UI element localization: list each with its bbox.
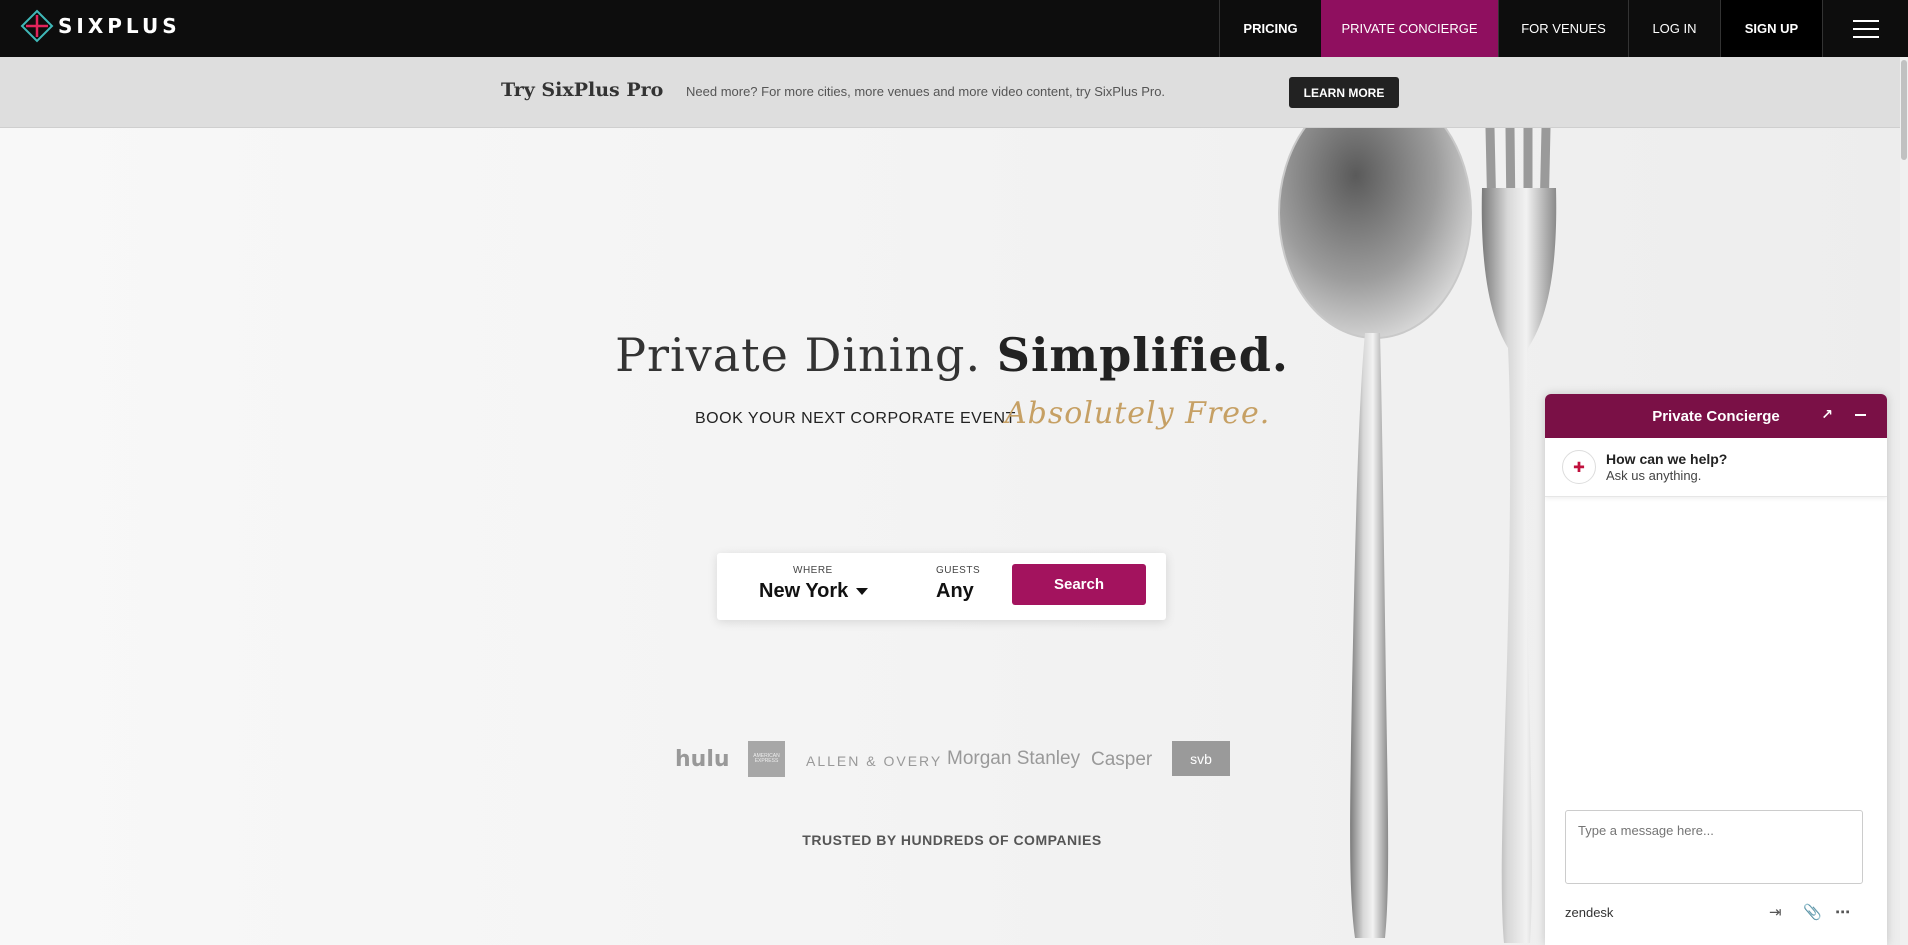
- nav-log-in[interactable]: LOG IN: [1628, 0, 1720, 57]
- promo-text: Need more? For more cities, more venues …: [686, 84, 1166, 99]
- search-button[interactable]: Search: [1012, 564, 1146, 605]
- where-label: WHERE: [793, 565, 833, 576]
- where-select[interactable]: New York: [759, 580, 869, 603]
- hero-headline: Private Dining. Simplified.: [0, 328, 1900, 382]
- headline-regular: Private Dining.: [615, 328, 997, 382]
- guests-label: GUESTS: [936, 565, 981, 576]
- nav-pricing[interactable]: PRICING: [1219, 0, 1321, 57]
- hero-script-tagline: Absolutely Free.: [1005, 396, 1271, 431]
- greeting-title: How can we help?: [1606, 451, 1728, 467]
- chat-footer: zendesk ⇥ 📎 ⋯: [1545, 900, 1887, 928]
- hamburger-menu-icon: [1852, 19, 1879, 38]
- chat-header: Private Concierge ↗: [1545, 394, 1887, 438]
- zendesk-label[interactable]: zendesk: [1565, 905, 1613, 920]
- morgan-stanley-logo: Morgan Stanley: [947, 748, 1081, 769]
- more-options-icon[interactable]: ⋯: [1835, 903, 1850, 921]
- promo-title: Try SixPlus Pro: [501, 79, 664, 101]
- promo-banner: Try SixPlus Pro Need more? For more citi…: [0, 57, 1900, 128]
- attachment-icon[interactable]: 📎: [1803, 903, 1822, 921]
- top-navigation: SIXPLUS PRICING PRIVATE CONCIERGE FOR VE…: [0, 0, 1908, 57]
- minimize-icon[interactable]: [1855, 414, 1866, 416]
- search-box: WHERE New York GUESTS Any Search: [717, 553, 1166, 620]
- chat-greeting: ✚ How can we help? Ask us anything.: [1545, 438, 1887, 497]
- allen-overy-logo: ALLEN & OVERY: [806, 753, 943, 769]
- scrollbar-thumb[interactable]: [1901, 60, 1907, 160]
- headline-bold: Simplified.: [996, 328, 1289, 382]
- hero-subline: BOOK YOUR NEXT CORPORATE EVENT: [695, 410, 1016, 427]
- american-express-logo: AMERICAN EXPRESS: [748, 741, 785, 777]
- nav-for-venues[interactable]: FOR VENUES: [1498, 0, 1628, 57]
- chat-widget: Private Concierge ↗ ✚ How can we help? A…: [1545, 394, 1887, 945]
- logo-wordmark: SIXPLUS: [58, 14, 181, 38]
- guests-select[interactable]: Any: [936, 580, 974, 603]
- chat-title: Private Concierge: [1652, 407, 1780, 425]
- menu-button[interactable]: [1822, 0, 1908, 57]
- sixplus-logo[interactable]: SIXPLUS: [20, 9, 181, 43]
- nav-links: PRICING PRIVATE CONCIERGE FOR VENUES LOG…: [1219, 0, 1908, 57]
- end-chat-icon[interactable]: ⇥: [1769, 903, 1782, 921]
- hulu-logo: hulu: [675, 747, 730, 772]
- casper-logo: Casper: [1091, 749, 1153, 770]
- greeting-subtitle: Ask us anything.: [1606, 468, 1702, 483]
- where-value: New York: [759, 580, 849, 602]
- chat-message-input[interactable]: [1565, 810, 1863, 884]
- nav-sign-up[interactable]: SIGN UP: [1720, 0, 1822, 57]
- nav-private-concierge[interactable]: PRIVATE CONCIERGE: [1321, 0, 1498, 57]
- caret-down-icon: [856, 588, 869, 596]
- sixplus-logo-mark-icon: [20, 9, 54, 43]
- expand-icon[interactable]: ↗: [1821, 406, 1833, 423]
- agent-avatar: ✚: [1562, 450, 1596, 484]
- svb-logo: svb: [1172, 741, 1230, 776]
- learn-more-button[interactable]: LEARN MORE: [1289, 77, 1399, 108]
- page-scrollbar[interactable]: [1900, 57, 1908, 945]
